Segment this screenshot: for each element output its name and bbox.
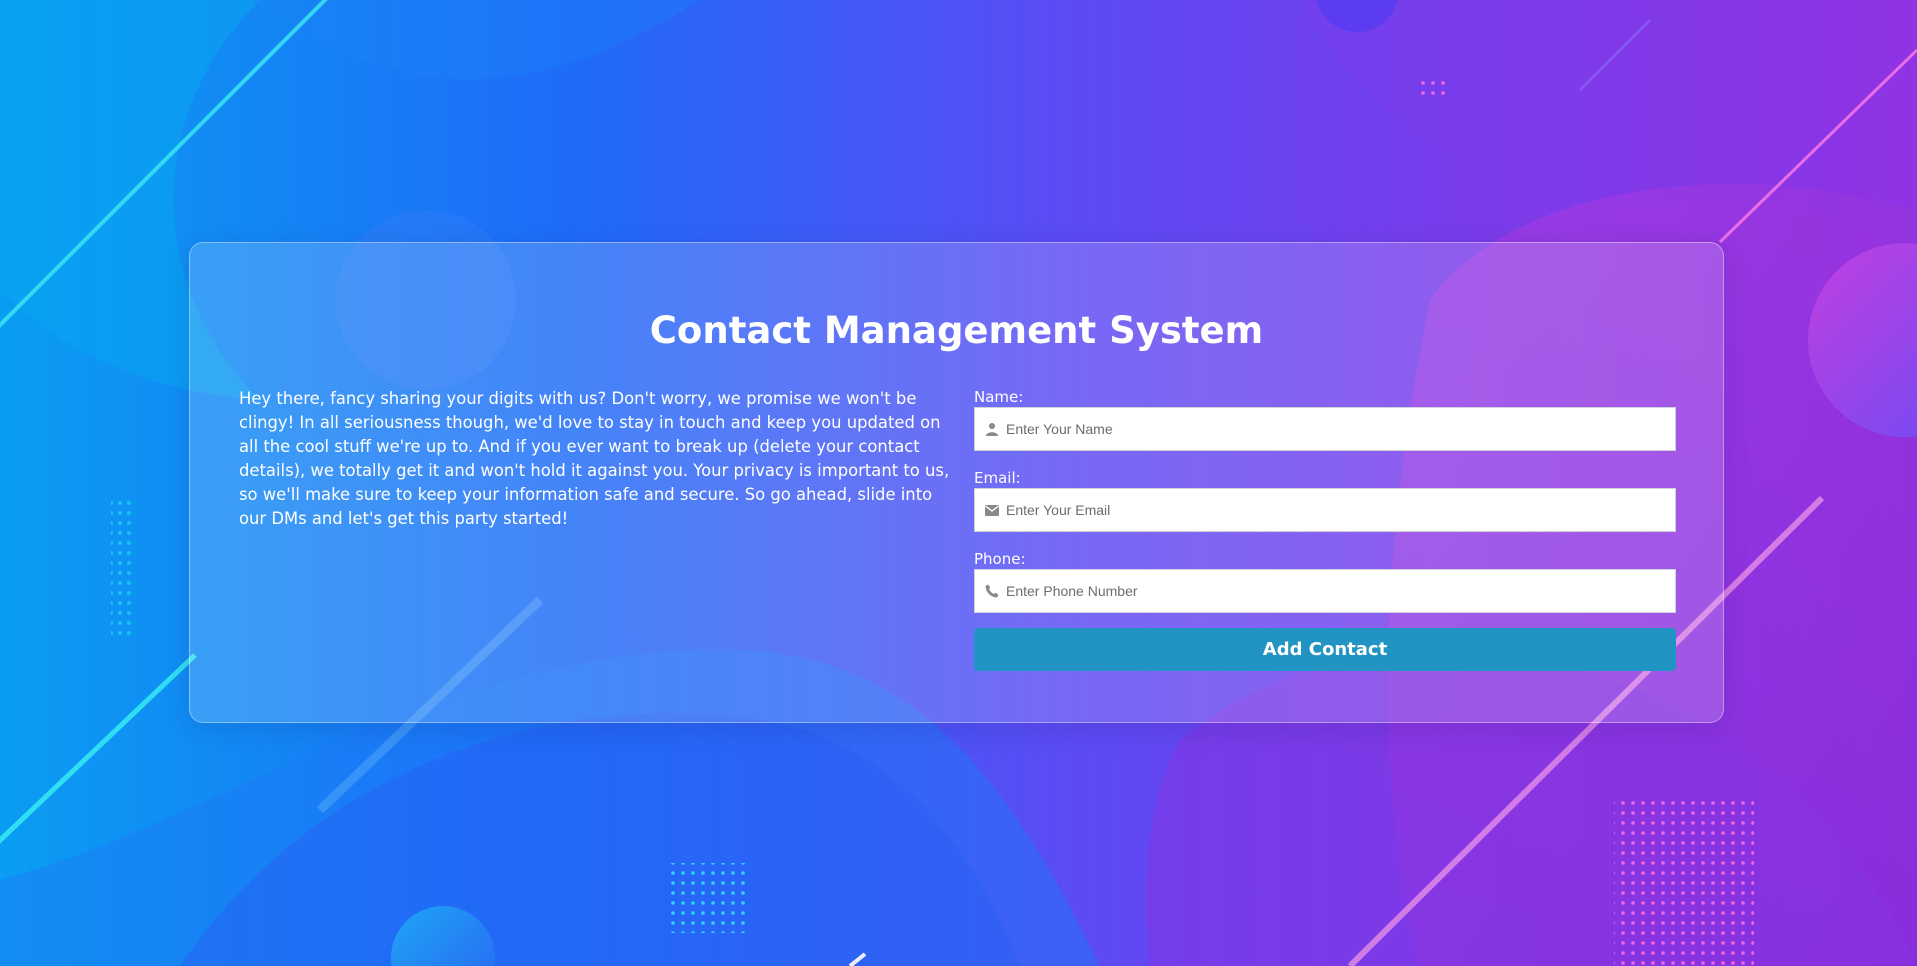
email-input[interactable]	[1006, 489, 1669, 531]
envelope-icon	[984, 502, 1000, 518]
phone-icon	[984, 583, 1000, 599]
email-label: Email:	[974, 469, 1021, 487]
page-title: Contact Management System	[649, 309, 1264, 352]
name-input[interactable]	[1006, 408, 1669, 450]
name-field[interactable]	[974, 407, 1676, 451]
add-contact-button[interactable]: Add Contact	[974, 628, 1676, 671]
contact-form: Name: Email: Phone: Add Contact	[974, 387, 1676, 671]
phone-input[interactable]	[1006, 570, 1669, 612]
intro-text: Hey there, fancy sharing your digits wit…	[239, 389, 950, 528]
name-label: Name:	[974, 388, 1024, 406]
user-icon	[984, 421, 1000, 437]
phone-field[interactable]	[974, 569, 1676, 613]
email-field[interactable]	[974, 488, 1676, 532]
contact-card: Contact Management System Hey there, fan…	[189, 242, 1724, 723]
phone-label: Phone:	[974, 550, 1026, 568]
